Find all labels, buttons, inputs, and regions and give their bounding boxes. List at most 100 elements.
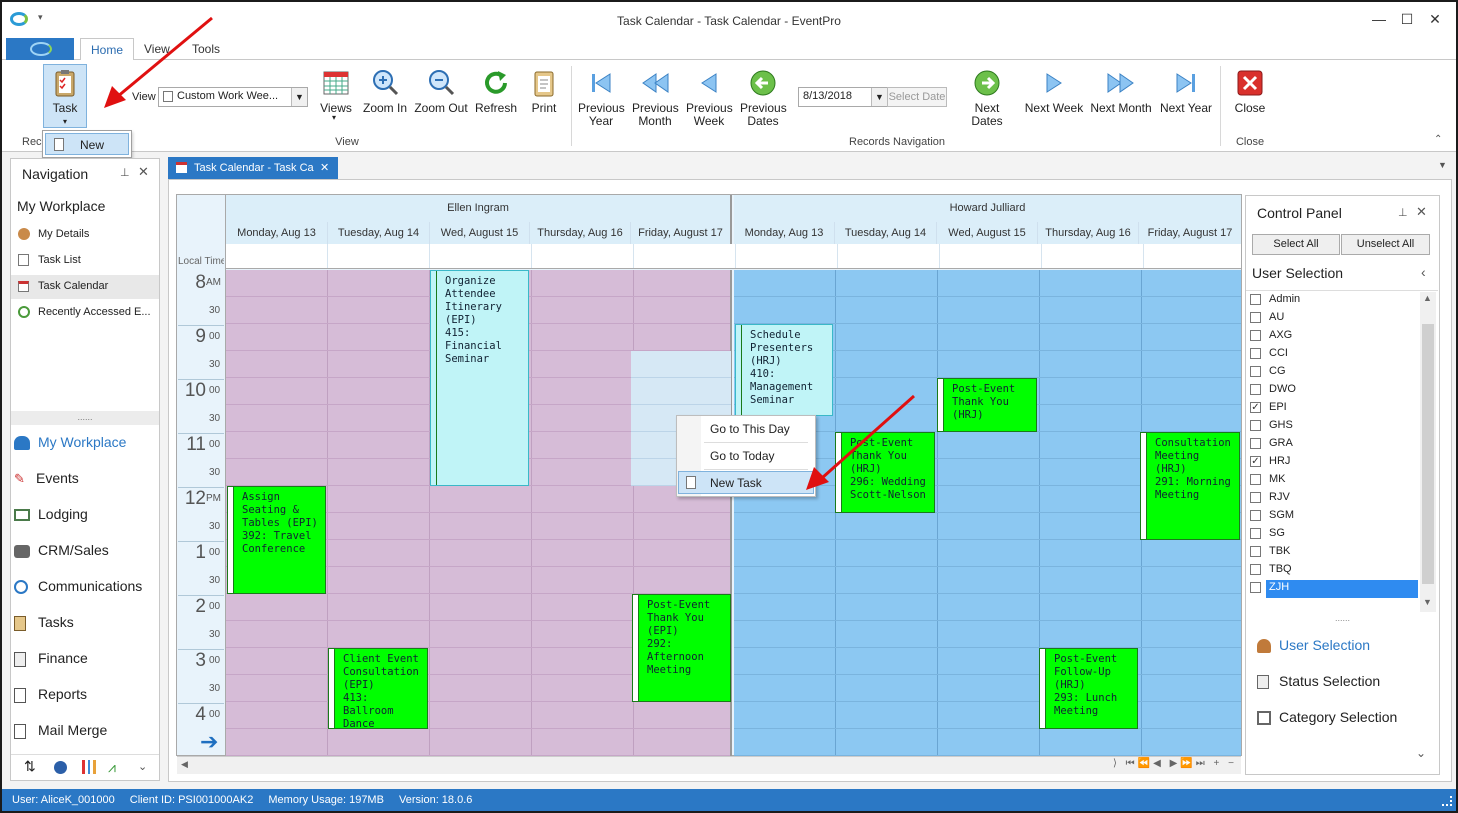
day-header[interactable]: Tuesday, Aug 14 — [835, 222, 937, 244]
user-checkbox-row[interactable]: TBQ — [1250, 563, 1418, 581]
zoom-in-button[interactable]: Zoom In — [362, 68, 408, 115]
task-button[interactable]: Task ▾ — [43, 64, 87, 128]
day-header[interactable]: Thursday, Aug 16 — [530, 222, 631, 244]
user-checkbox-row[interactable]: ZJH — [1250, 581, 1418, 599]
file-menu-button[interactable] — [6, 38, 74, 60]
close-panel-icon[interactable]: ✕ — [1416, 204, 1427, 220]
go-to-this-day-item[interactable]: Go to This Day — [710, 422, 790, 436]
day-header[interactable]: Tuesday, Aug 14 — [328, 222, 430, 244]
user-checkbox-row[interactable]: ✓ HRJ — [1250, 455, 1418, 473]
checkbox[interactable] — [1250, 383, 1261, 395]
previous-year-button[interactable]: Previous Year — [578, 68, 625, 128]
views-button[interactable]: Views — [316, 68, 356, 115]
user-checkbox-row[interactable]: SG — [1250, 527, 1418, 545]
checkbox[interactable] — [1250, 527, 1261, 539]
go-to-today-item[interactable]: Go to Today — [710, 449, 775, 463]
section-status-selection[interactable]: Status Selection — [1257, 673, 1380, 690]
zoom-out-button[interactable]: Zoom Out — [414, 68, 468, 115]
more-modules-icon[interactable]: ⌄ — [138, 760, 147, 773]
checkbox[interactable] — [1250, 419, 1261, 431]
minimize-button[interactable]: — — [1368, 8, 1390, 30]
day-header[interactable]: Monday, Aug 13 — [226, 222, 328, 244]
user-checkbox-row[interactable]: CCI — [1250, 347, 1418, 365]
appointment[interactable]: Consultation Meeting (HRJ) 291: Morning … — [1140, 432, 1240, 540]
checkbox[interactable] — [1250, 473, 1261, 485]
unselect-all-button[interactable]: Unselect All — [1341, 234, 1430, 255]
checkbox[interactable] — [1250, 311, 1261, 323]
user-checkbox-row[interactable]: DWO — [1250, 383, 1418, 401]
all-day-strip[interactable] — [226, 244, 1241, 269]
scroll-down-icon[interactable]: ▼ — [1423, 597, 1432, 607]
next-dates-button[interactable]: Next Dates — [958, 68, 1016, 128]
user-checkbox-row[interactable]: RJV — [1250, 491, 1418, 509]
bar-chart-icon[interactable] — [82, 760, 96, 774]
module-tasks[interactable]: Tasks — [14, 614, 74, 631]
collapse-ribbon-icon[interactable]: ⌃ — [1434, 134, 1442, 145]
section-user-selection[interactable]: User Selection — [1257, 637, 1370, 654]
previous-week-button[interactable]: Previous Week — [686, 68, 733, 128]
appointment[interactable]: Post-Event Thank You (HRJ) — [937, 378, 1037, 432]
appointment[interactable]: Post-Event Follow-Up (HRJ) 293: Lunch Me… — [1039, 648, 1138, 729]
next-year-button[interactable]: Next Year — [1158, 68, 1214, 115]
checkbox[interactable] — [1250, 329, 1261, 341]
checkbox[interactable] — [1250, 545, 1261, 557]
user-checkbox-row[interactable]: GRA — [1250, 437, 1418, 455]
module-finance[interactable]: Finance — [14, 650, 88, 667]
checkbox[interactable] — [1250, 293, 1261, 305]
checkbox[interactable]: ✓ — [1250, 455, 1261, 467]
appointment[interactable]: Client Event Consultation (EPI) 413: Bal… — [328, 648, 428, 729]
appointment[interactable]: Post-Event Thank You (EPI) 292: Afternoo… — [632, 594, 731, 702]
user-checkbox-row[interactable]: AXG — [1250, 329, 1418, 347]
user-checkbox-row[interactable]: AU — [1250, 311, 1418, 329]
date-input[interactable]: 8/13/2018 ▼ — [798, 87, 888, 107]
close-button[interactable]: Close — [1230, 68, 1270, 115]
module-communications[interactable]: Communications — [14, 578, 142, 595]
expand-sections-icon[interactable]: ⌄ — [1416, 746, 1426, 760]
user-checkbox-row[interactable]: GHS — [1250, 419, 1418, 437]
user-checkbox-row[interactable]: SGM — [1250, 509, 1418, 527]
checkbox[interactable] — [1250, 491, 1261, 503]
checkbox[interactable] — [1250, 581, 1261, 593]
user-checkbox-row[interactable]: MK — [1250, 473, 1418, 491]
module-reports[interactable]: Reports — [14, 686, 87, 703]
module-crm-sales[interactable]: CRM/Sales — [14, 542, 109, 558]
day-header[interactable]: Wed, August 15 — [430, 222, 530, 244]
nav-item-recently-accessed[interactable]: Recently Accessed E... — [18, 306, 151, 319]
nav-item-my-details[interactable]: My Details — [18, 228, 89, 241]
user-checkbox-row[interactable]: ✓ EPI — [1250, 401, 1418, 419]
resize-grip-icon[interactable] — [1442, 796, 1452, 806]
sort-icon[interactable]: ⇅ — [24, 758, 36, 775]
checkbox[interactable]: ✓ — [1250, 401, 1261, 413]
day-header[interactable]: Monday, Aug 13 — [734, 222, 835, 244]
next-month-button[interactable]: Next Month — [1090, 68, 1152, 115]
user-checkbox-row[interactable]: Admin — [1250, 293, 1418, 311]
tab-task-calendar[interactable]: Task Calendar - Task Ca ✕ — [168, 157, 338, 179]
globe-small-icon[interactable] — [54, 761, 67, 774]
nav-item-task-list[interactable]: Task List — [18, 254, 81, 267]
resource-nav-icons[interactable]: ⟩ ⏮⏪◀ ▶⏩⏭ + − — [1113, 758, 1237, 769]
scroll-up-icon[interactable]: ▲ — [1423, 293, 1432, 303]
new-menu-item[interactable]: New — [45, 133, 129, 155]
checkbox[interactable] — [1250, 347, 1261, 359]
tab-list-dropdown-icon[interactable]: ▼ — [1438, 160, 1447, 170]
list-scrollbar[interactable]: ▲ ▼ — [1420, 292, 1436, 612]
select-all-button[interactable]: Select All — [1252, 234, 1340, 255]
next-week-button[interactable]: Next Week — [1024, 68, 1084, 115]
horizontal-scrollbar[interactable]: ◀ ⟩ ⏮⏪◀ ▶⏩⏭ + − — [177, 756, 1241, 774]
checkbox[interactable] — [1250, 437, 1261, 449]
previous-dates-button[interactable]: Previous Dates — [740, 68, 787, 128]
section-category-selection[interactable]: Category Selection — [1257, 709, 1397, 726]
panel-splitter[interactable]: ...... — [1246, 614, 1439, 626]
refresh-button[interactable]: Refresh — [474, 68, 518, 115]
module-lodging[interactable]: Lodging — [14, 506, 88, 522]
line-chart-icon[interactable]: ⩘ — [108, 759, 116, 776]
checkbox[interactable] — [1250, 563, 1261, 575]
previous-month-button[interactable]: Previous Month — [632, 68, 679, 128]
views-dropdown-icon[interactable]: ▾ — [332, 113, 336, 122]
pin-icon[interactable]: ⊥ — [120, 166, 130, 179]
user-checkbox-row[interactable]: TBK — [1250, 545, 1418, 563]
close-tab-icon[interactable]: ✕ — [320, 157, 329, 179]
appointment[interactable]: Assign Seating & Tables (EPI) 392: Trave… — [227, 486, 326, 594]
print-button[interactable]: Print — [526, 68, 562, 115]
checkbox[interactable] — [1250, 365, 1261, 377]
